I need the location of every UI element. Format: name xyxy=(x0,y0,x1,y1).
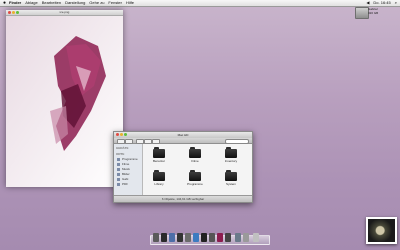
menu-bar: ● Finder Ablage Bearbeiten Darstellung G… xyxy=(0,0,400,7)
folder-label: Benutzer xyxy=(152,159,165,163)
folder-system[interactable]: System xyxy=(221,170,241,186)
iphoto-dock-icon[interactable] xyxy=(201,233,207,242)
stack-dock-icon[interactable] xyxy=(235,233,241,242)
hard-drive-icon[interactable] xyxy=(355,7,369,19)
photo-thumbnail[interactable] xyxy=(366,217,397,244)
folder-benutzer[interactable]: Benutzer xyxy=(149,147,169,163)
minimize-button[interactable] xyxy=(120,133,123,136)
folder-icon xyxy=(117,157,120,161)
trash-dock-icon[interactable] xyxy=(253,233,259,242)
sidebar-item-label: Gabi xyxy=(122,177,129,181)
clock[interactable]: Do. 16:45 xyxy=(373,0,390,6)
menu-hilfe[interactable]: Hilfe xyxy=(126,0,134,6)
preview-window[interactable]: ice.png xyxy=(6,10,123,187)
finder-content: Benutzer Filme Inventory Library Program… xyxy=(143,144,252,196)
mail-dock-icon[interactable] xyxy=(169,233,175,242)
sidebar-header-places: ORTE xyxy=(116,152,125,156)
sidebar-item-filme[interactable]: Filme xyxy=(117,162,142,166)
sidebar-item-musik[interactable]: Musik xyxy=(117,167,142,171)
app-dock-icon[interactable] xyxy=(209,233,215,242)
folder-icon xyxy=(189,147,201,158)
spotlight-icon[interactable]: ⌕ xyxy=(395,0,397,6)
folder-inventory[interactable]: Inventory xyxy=(221,147,241,163)
folder-library[interactable]: Library xyxy=(149,170,169,186)
menu-bearbeiten[interactable]: Bearbeiten xyxy=(42,0,61,6)
folder-label: Library xyxy=(154,182,164,186)
finder-statusbar: 6 Objekte, 134,61 GB verfügbar xyxy=(114,195,252,202)
photo-image xyxy=(368,219,395,242)
dashboard-dock-icon[interactable] xyxy=(161,233,167,242)
documents-dock-icon[interactable] xyxy=(243,233,249,242)
folder-icon xyxy=(117,162,120,166)
sidebar-item-label: Bilder xyxy=(122,172,130,176)
sidebar-item-bilder[interactable]: Bilder xyxy=(117,172,142,176)
app-dock-icon[interactable] xyxy=(217,233,223,242)
menu-fenster[interactable]: Fenster xyxy=(108,0,122,6)
folder-filme[interactable]: Filme xyxy=(185,147,205,163)
zoom-button[interactable] xyxy=(16,11,19,14)
sidebar-item-programme[interactable]: Programme xyxy=(117,157,142,161)
zoom-button[interactable] xyxy=(124,133,127,136)
volume-icon[interactable]: ◀ xyxy=(366,0,369,6)
system-folder-icon xyxy=(225,170,237,181)
close-button[interactable] xyxy=(8,11,11,14)
window-controls xyxy=(116,133,127,136)
preview-title: ice.png xyxy=(59,10,70,14)
folder-label: System xyxy=(225,182,236,186)
ichat-dock-icon[interactable] xyxy=(185,233,191,242)
close-button[interactable] xyxy=(116,133,119,136)
window-controls xyxy=(8,11,19,14)
sidebar-item-label: Musik xyxy=(122,167,130,171)
sidebar-item-pdf[interactable]: PDF xyxy=(117,182,142,186)
folder-label: Programme xyxy=(187,182,203,186)
itunes-dock-icon[interactable] xyxy=(193,233,199,242)
sidebar-item-label: PDF xyxy=(122,182,128,186)
hard-drive-label[interactable]: Gabriel 320 GB xyxy=(368,7,378,15)
finder-title: Mac HD xyxy=(177,133,189,137)
folder-icon xyxy=(225,147,237,158)
finder-dock-icon[interactable] xyxy=(153,233,159,242)
menu-ablage[interactable]: Ablage xyxy=(25,0,37,6)
folder-label: Filme xyxy=(191,159,199,163)
preview-image xyxy=(6,16,123,187)
menu-finder[interactable]: Finder xyxy=(9,0,21,6)
sidebar-item-label: Programme xyxy=(122,157,138,161)
finder-window[interactable]: Mac HD GERÄTE ORTE Programme Filme Musik… xyxy=(113,131,253,203)
dock xyxy=(150,233,270,245)
sidebar-item-gabi[interactable]: Gabi xyxy=(117,177,142,181)
folder-label: Inventory xyxy=(224,159,238,163)
folder-icon xyxy=(153,147,165,158)
sidebar-header-devices: GERÄTE xyxy=(116,146,129,150)
folder-icon xyxy=(153,170,165,181)
folder-programme[interactable]: Programme xyxy=(185,170,205,186)
menu-gehe-zu[interactable]: Gehe zu xyxy=(89,0,104,6)
minimize-button[interactable] xyxy=(12,11,15,14)
menu-darstellung[interactable]: Darstellung xyxy=(65,0,85,6)
hard-drive-size: 320 GB xyxy=(368,11,379,15)
folder-icon xyxy=(117,182,120,186)
sidebar-item-label: Filme xyxy=(122,162,130,166)
preferences-dock-icon[interactable] xyxy=(225,233,231,242)
folder-icon xyxy=(117,167,120,171)
folder-icon xyxy=(117,172,120,176)
folder-icon xyxy=(189,170,201,181)
safari-dock-icon[interactable] xyxy=(177,233,183,242)
finder-sidebar: GERÄTE ORTE Programme Filme Musik Bilder… xyxy=(114,144,143,196)
home-icon xyxy=(117,177,120,181)
